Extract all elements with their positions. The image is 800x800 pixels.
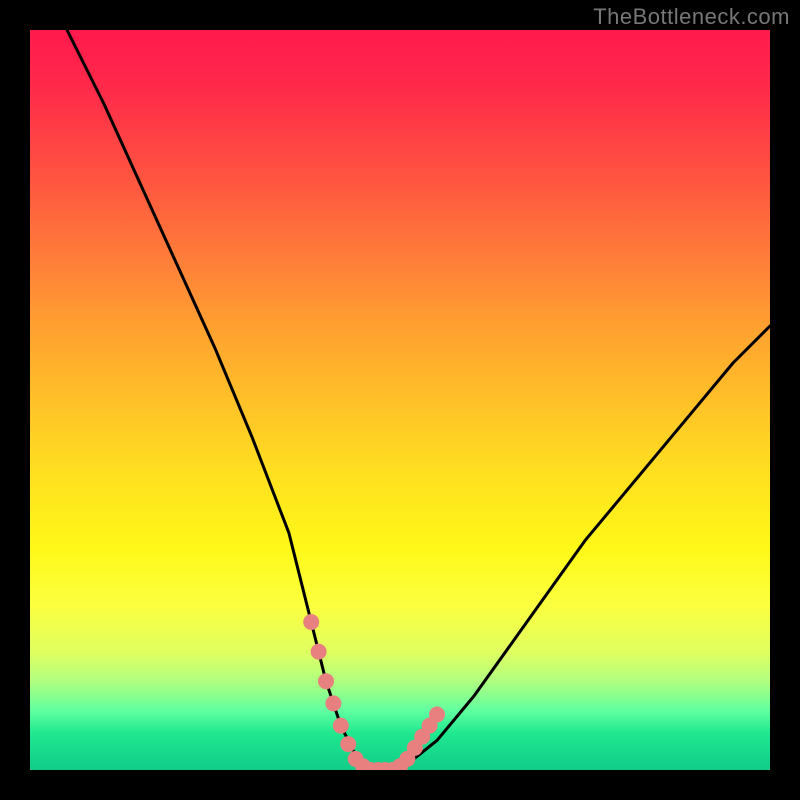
highlight-dot — [318, 673, 334, 689]
chart-svg — [30, 30, 770, 770]
bottleneck-curve — [67, 30, 770, 770]
chart-plot-area — [30, 30, 770, 770]
highlight-dot — [333, 718, 349, 734]
curve-group — [67, 30, 770, 770]
highlight-dot — [311, 644, 327, 660]
highlight-dot — [429, 707, 445, 723]
highlight-dot — [340, 736, 356, 752]
highlight-group — [303, 614, 445, 770]
highlight-dot — [325, 695, 341, 711]
watermark-text: TheBottleneck.com — [593, 4, 790, 30]
highlight-dot — [303, 614, 319, 630]
